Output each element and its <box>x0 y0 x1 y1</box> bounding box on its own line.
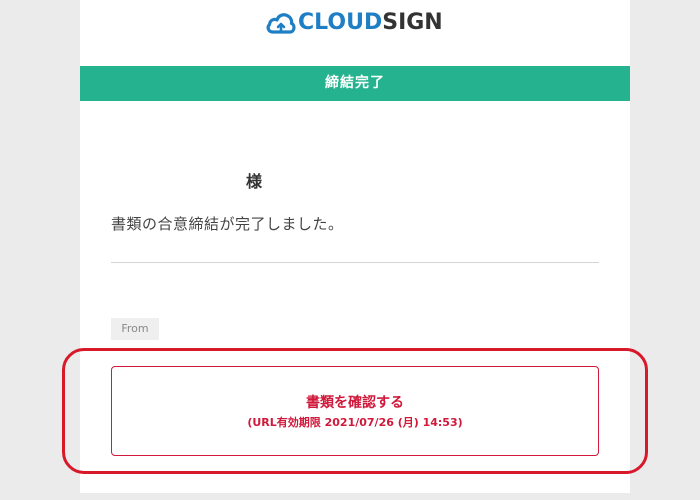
status-banner: 締結完了 <box>80 66 630 101</box>
recipient-honorific: 様 <box>246 172 263 191</box>
confirm-document-button[interactable]: 書類を確認する (URL有効期限 2021/07/26 (月) 14:53) <box>111 366 599 456</box>
cloudsign-logo: CLOUDSIGN <box>266 9 443 37</box>
logo-cloud-text: CLOUD <box>298 10 383 35</box>
url-expiry-text: (URL有効期限 2021/07/26 (月) 14:53) <box>247 416 463 429</box>
completion-message: 書類の合意締結が完了しました。 <box>111 215 344 233</box>
from-label: From <box>111 318 159 340</box>
confirm-button-label: 書類を確認する <box>306 395 404 411</box>
logo-wordmark: CLOUDSIGN <box>298 9 443 37</box>
cloud-logo-icon <box>266 11 296 35</box>
divider <box>111 262 599 263</box>
logo-sign-text: SIGN <box>382 10 443 35</box>
